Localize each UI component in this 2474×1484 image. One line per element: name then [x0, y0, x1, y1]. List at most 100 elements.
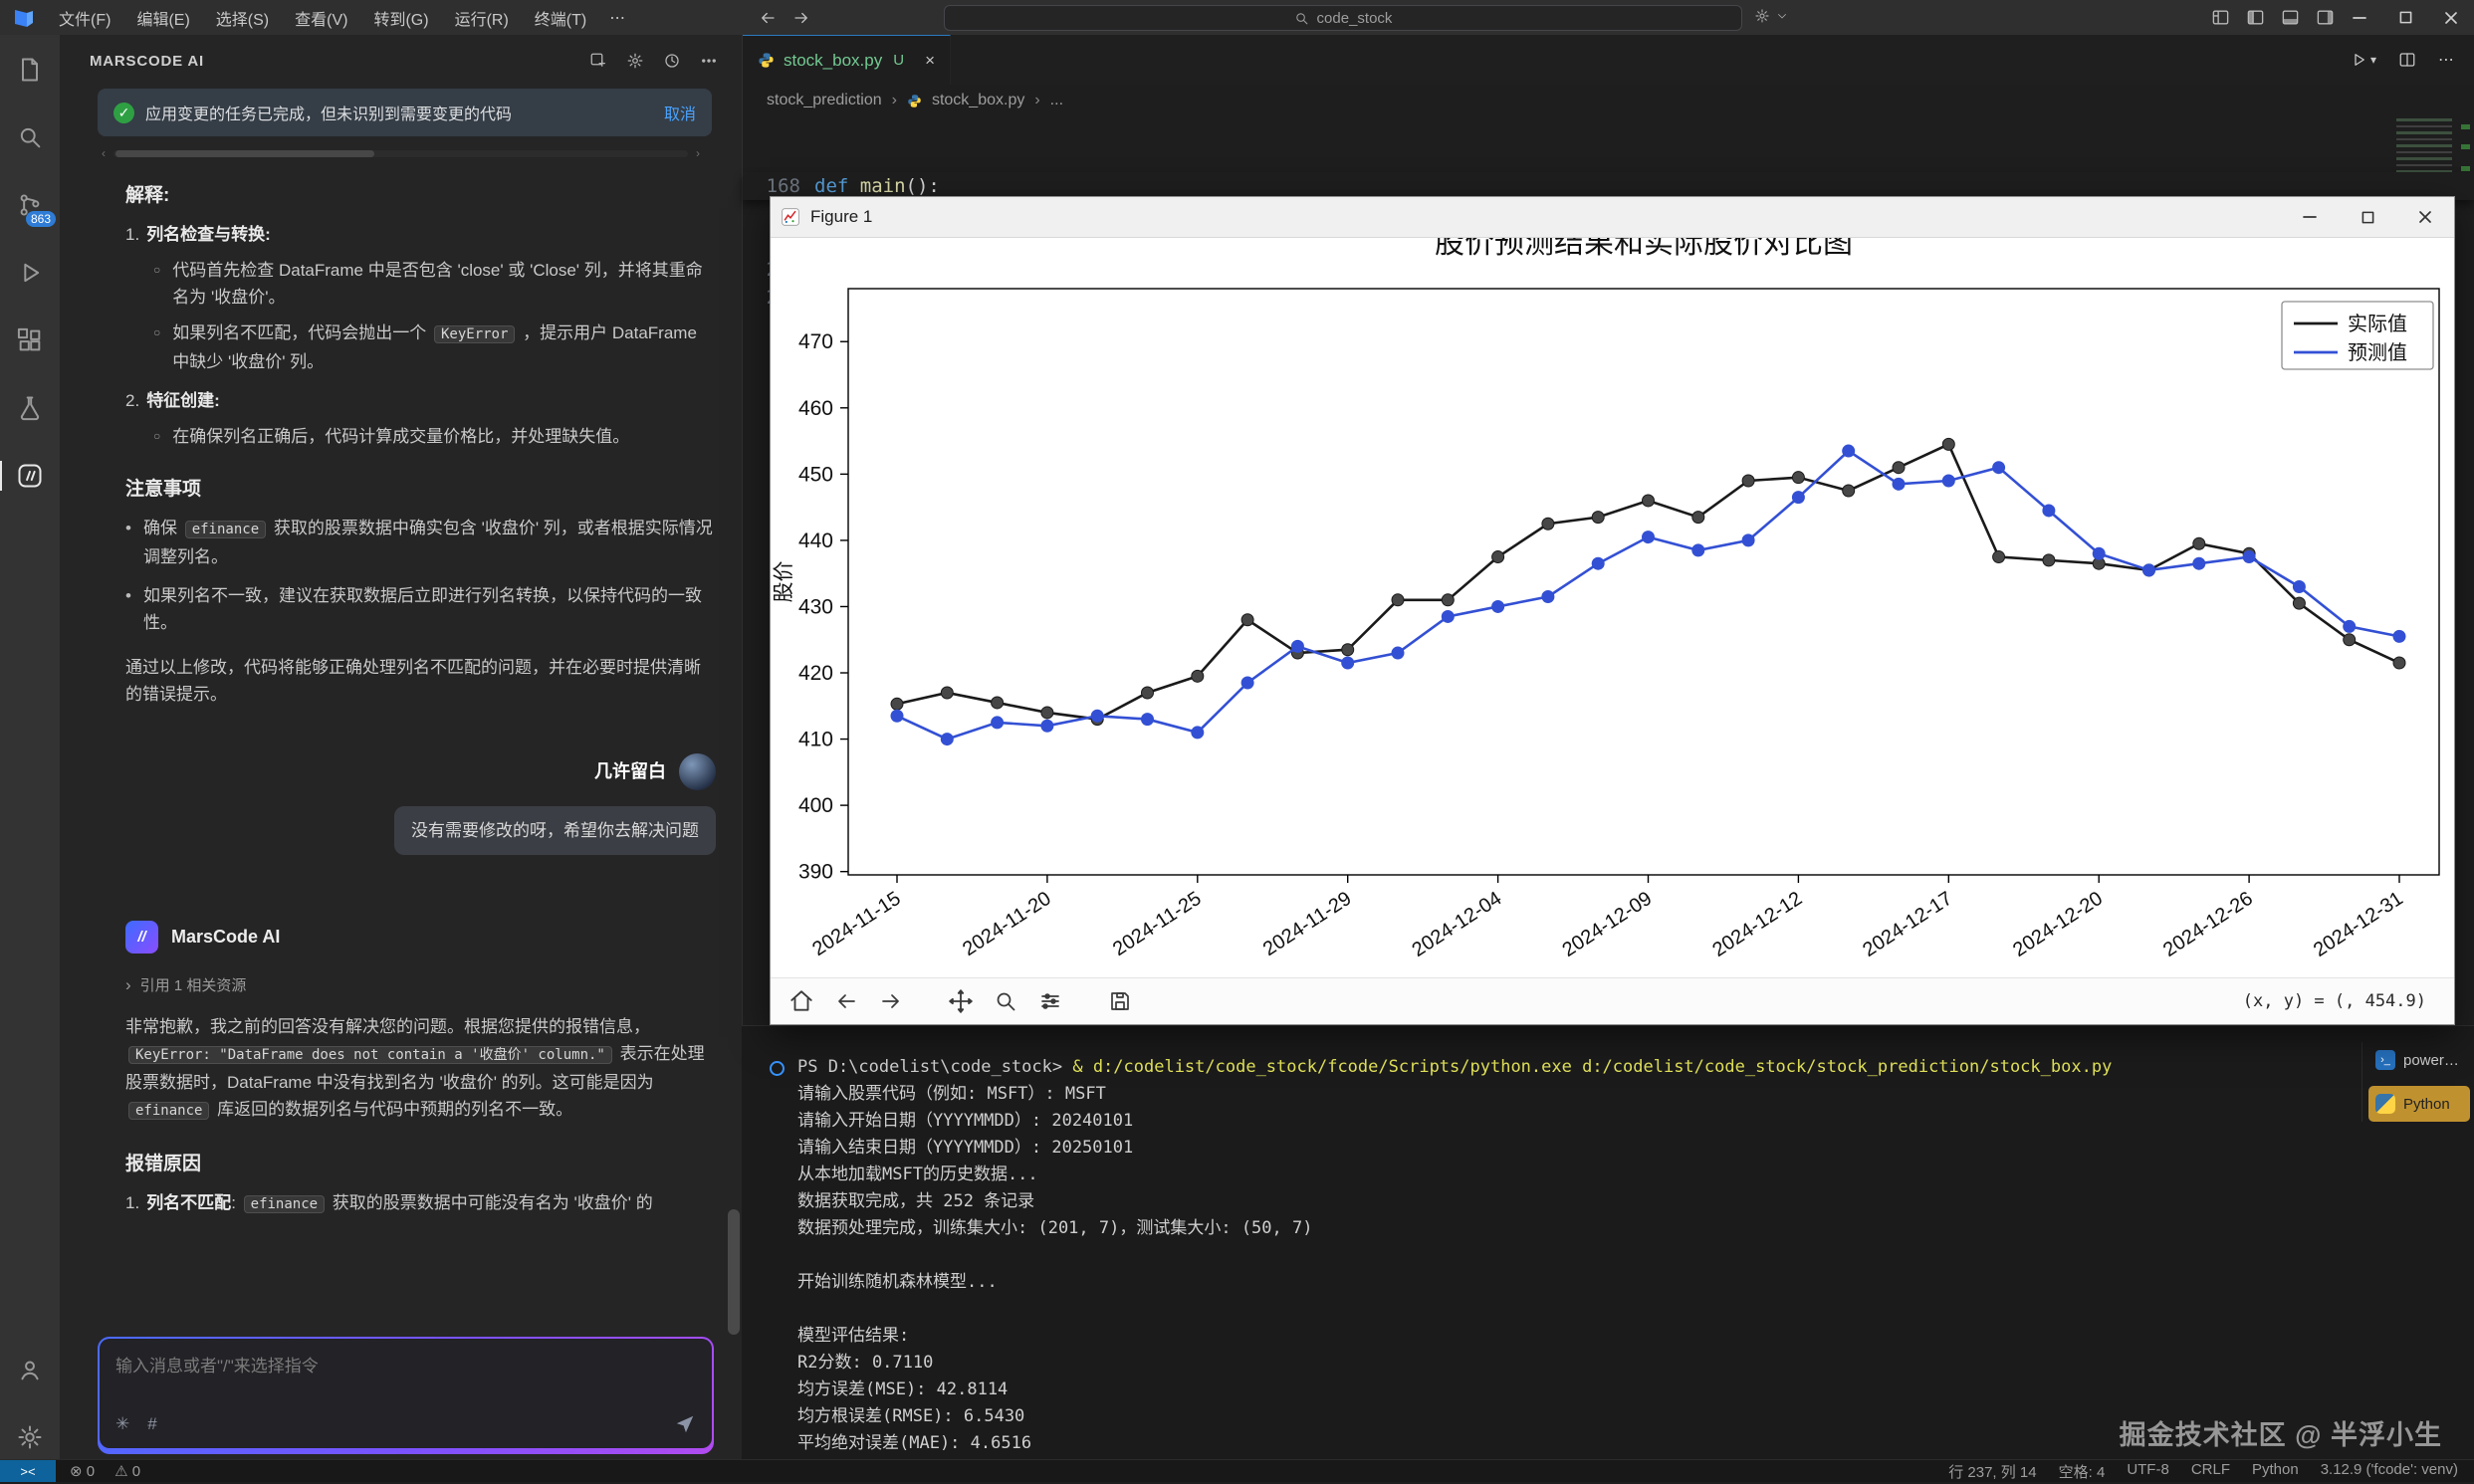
check-icon: ✓	[113, 103, 134, 123]
search-sidebar-icon[interactable]	[13, 120, 47, 154]
menu-overflow-icon[interactable]: ⋯	[599, 8, 635, 28]
figure-title-bar[interactable]: Figure 1	[771, 197, 2454, 238]
python-icon	[2375, 1094, 2395, 1114]
chat-input[interactable]: 输入消息或者"/"来选择指令	[100, 1339, 712, 1448]
terminal-panel[interactable]: PS D:\codelist\code_stock> & d:/codelist…	[742, 1025, 2474, 1470]
list-item: 1.列名检查与转换:	[125, 221, 716, 248]
tab-close-icon[interactable]: ×	[925, 51, 935, 71]
svg-text:2024-12-12: 2024-12-12	[1708, 888, 1806, 961]
user-message-bubble: 没有需要修改的呀，希望你去解决问题	[394, 806, 716, 855]
terminal-line: PS D:\codelist\code_stock> & d:/codelist…	[797, 1054, 2362, 1081]
subplot-config-icon[interactable]	[1035, 986, 1065, 1016]
figure-toolbar: (x, y) = (, 454.9)	[771, 977, 2454, 1024]
toggle-panel-icon[interactable]	[2281, 8, 2300, 27]
tab-stock-box[interactable]: stock_box.py U ×	[743, 35, 951, 85]
menu-item[interactable]: 转到(G)	[360, 0, 441, 35]
title-bar: 文件(F)编辑(E)选择(S)查看(V)转到(G)运行(R)终端(T) ⋯ co…	[0, 0, 2474, 35]
account-icon[interactable]	[13, 1353, 47, 1386]
editor-more-icon[interactable]: ⋯	[2438, 50, 2454, 70]
status-item[interactable]: Python	[2252, 1461, 2299, 1482]
home-icon[interactable]	[787, 986, 816, 1016]
status-item[interactable]: 空格: 4	[2059, 1461, 2106, 1482]
run-debug-icon[interactable]	[13, 256, 47, 290]
explain-heading: 解释:	[125, 182, 716, 209]
source-control-icon[interactable]: 863	[13, 188, 47, 222]
context-trigger-icon[interactable]	[147, 1414, 156, 1434]
scrollbar-thumb[interactable]	[115, 150, 374, 157]
send-icon[interactable]	[674, 1413, 696, 1435]
svg-text:2024-11-29: 2024-11-29	[1259, 888, 1356, 960]
marscode-ai-icon[interactable]	[13, 459, 47, 493]
toggle-secondary-sidebar-icon[interactable]	[2316, 8, 2335, 27]
sidebar-scrollbar[interactable]	[728, 1209, 740, 1335]
history-forward-icon[interactable]	[792, 9, 810, 27]
breadcrumb-folder[interactable]: stock_prediction	[767, 92, 882, 109]
explorer-icon[interactable]	[13, 53, 47, 87]
remote-indicator-icon[interactable]	[0, 1460, 56, 1482]
customize-layout-icon[interactable]	[2211, 8, 2230, 27]
menu-item[interactable]: 文件(F)	[46, 0, 123, 35]
status-item[interactable]: 行 237, 列 14	[1948, 1461, 2036, 1482]
more-actions-icon[interactable]	[700, 52, 718, 70]
run-python-file-icon[interactable]: ▾	[2350, 51, 2376, 69]
pan-icon[interactable]	[946, 986, 976, 1016]
breadcrumb[interactable]: stock_prediction stock_box.py ...	[743, 85, 2474, 116]
terminal-tab-powershell[interactable]: powershell	[2368, 1042, 2470, 1078]
breadcrumb-symbol[interactable]: ...	[1050, 92, 1063, 109]
menu-item[interactable]: 选择(S)	[203, 0, 282, 35]
launch-settings-icon[interactable]	[1754, 8, 1770, 24]
settings-gear-icon[interactable]	[13, 1420, 47, 1454]
save-icon[interactable]	[1105, 986, 1135, 1016]
scroll-left-icon[interactable]	[102, 146, 106, 160]
status-item[interactable]: ⚠ 0	[114, 1462, 140, 1480]
figure-maximize-button[interactable]	[2339, 197, 2396, 237]
status-item[interactable]: ⊗ 0	[70, 1462, 95, 1480]
new-chat-icon[interactable]	[589, 52, 607, 70]
matplotlib-figure-window[interactable]: Figure 1 股价预测结果和实际股价对比图股价390400410420430…	[770, 196, 2455, 1025]
test-flask-icon[interactable]	[13, 391, 47, 425]
scroll-right-icon[interactable]	[696, 146, 700, 160]
cancel-button[interactable]: 取消	[664, 101, 696, 124]
command-center-search[interactable]: code_stock	[944, 5, 1742, 31]
forward-icon[interactable]	[876, 986, 906, 1016]
menu-item[interactable]: 运行(R)	[442, 0, 522, 35]
history-back-icon[interactable]	[759, 9, 777, 27]
status-item[interactable]: 3.12.9 ('fcode': venv)	[2321, 1461, 2458, 1482]
references-toggle[interactable]: 引用 1 相关资源	[125, 971, 716, 999]
user-avatar[interactable]	[679, 753, 716, 790]
chevron-down-icon[interactable]	[1776, 10, 1788, 22]
breadcrumb-file[interactable]: stock_box.py	[932, 92, 1024, 109]
app-logo-icon	[12, 6, 36, 30]
window-minimize-button[interactable]	[2337, 0, 2382, 35]
panel-settings-icon[interactable]	[626, 52, 644, 70]
terminal-line: 请输入股票代码（例如: MSFT）: MSFT	[797, 1081, 2362, 1108]
terminal-tab-python[interactable]: Python	[2368, 1086, 2470, 1122]
breadcrumb-separator-icon	[1034, 92, 1039, 109]
back-icon[interactable]	[831, 986, 861, 1016]
extensions-icon[interactable]	[13, 323, 47, 357]
window-close-button[interactable]	[2428, 0, 2474, 35]
split-editor-icon[interactable]	[2398, 51, 2416, 69]
terminal-line	[797, 1296, 2362, 1323]
history-icon[interactable]	[663, 52, 681, 70]
svg-text:450: 450	[798, 463, 833, 486]
toggle-sidebar-icon[interactable]	[2246, 8, 2265, 27]
figure-minimize-button[interactable]	[2281, 197, 2339, 237]
command-decoration-icon[interactable]	[770, 1061, 785, 1076]
window-maximize-button[interactable]	[2382, 0, 2428, 35]
marscode-ai-panel: MARSCODE AI ✓ 应用变更的任务已完成，但未识别到需要变更的代码 取消…	[60, 35, 742, 1470]
menu-item[interactable]: 终端(T)	[522, 0, 599, 35]
svg-text:实际值: 实际值	[2348, 313, 2407, 335]
figure-close-button[interactable]	[2396, 197, 2454, 237]
menu-item[interactable]: 查看(V)	[282, 0, 360, 35]
notice-scrollbar[interactable]	[102, 148, 700, 158]
skill-trigger-icon[interactable]	[115, 1414, 129, 1434]
zoom-icon[interactable]	[991, 986, 1020, 1016]
tab-filename: stock_box.py	[784, 51, 882, 71]
prediction-chart[interactable]: 股价预测结果和实际股价对比图股价390400410420430440450460…	[771, 238, 2454, 977]
figure-canvas[interactable]: 股价预测结果和实际股价对比图股价390400410420430440450460…	[771, 238, 2454, 977]
menu-item[interactable]: 编辑(E)	[123, 0, 202, 35]
status-item[interactable]: CRLF	[2191, 1461, 2230, 1482]
status-item[interactable]: UTF-8	[2127, 1461, 2169, 1482]
terminal-line: 数据获取完成，共 252 条记录	[797, 1188, 2362, 1215]
